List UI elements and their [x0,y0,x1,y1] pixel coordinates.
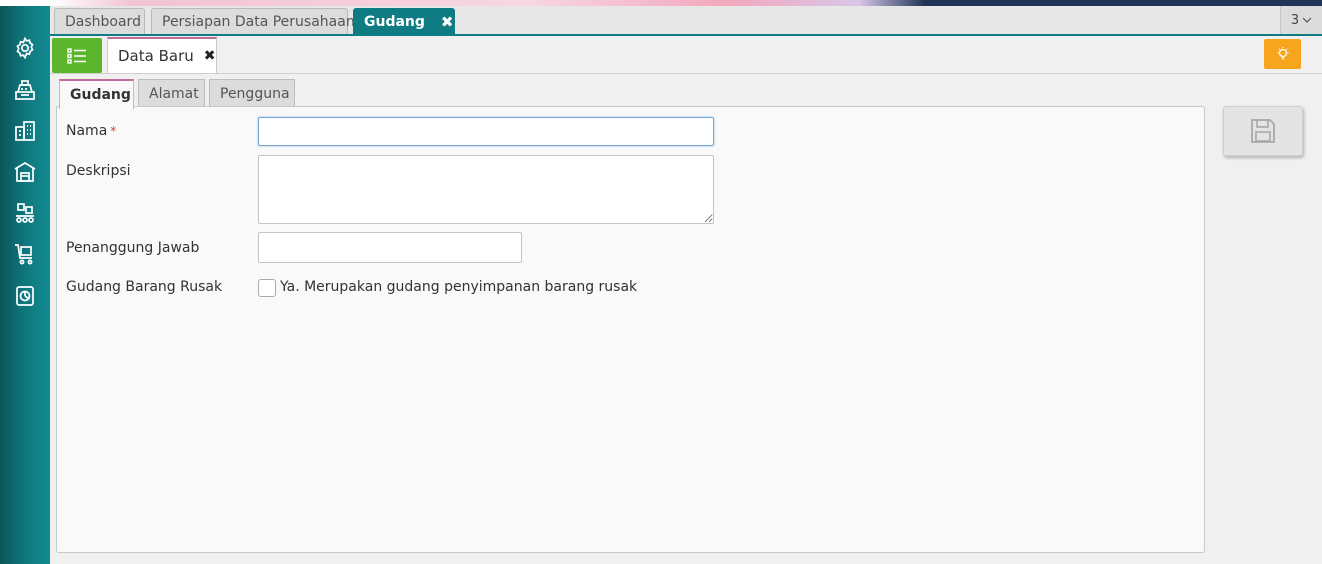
list-menu-button[interactable] [52,38,102,73]
divider [50,73,1322,74]
cash-register-icon[interactable] [11,76,39,104]
warehouse-icon[interactable] [11,158,39,186]
hint-button[interactable] [1264,39,1301,69]
tab-label: Gudang [364,13,425,30]
nama-label: Nama * [66,123,116,139]
top-tab-strip: Dashboard Persiapan Data Perusahaan Guda… [50,6,1322,36]
tab-pengguna[interactable]: Pengguna [209,79,295,107]
report-icon[interactable] [11,282,39,310]
tab-persiapan-data-perusahaan[interactable]: Persiapan Data Perusahaan [151,8,355,34]
gudang-barang-rusak-label: Gudang Barang Rusak [66,279,223,295]
conveyor-icon[interactable] [11,199,39,227]
form-container: Nama * Deskripsi Penanggung Jawab Gudang … [56,106,1205,553]
sidebar [0,6,50,564]
close-icon[interactable]: ✖ [441,13,454,31]
tab-dashboard[interactable]: Dashboard [54,8,145,34]
tab-label: Dashboard [65,13,141,30]
nama-label-text: Nama [66,123,108,139]
subtab-label: Data Baru [118,47,194,65]
penanggung-jawab-input[interactable] [258,232,522,263]
form-tab-label: Pengguna [220,85,290,102]
tab-label: Persiapan Data Perusahaan [162,13,355,30]
gear-icon[interactable] [11,34,39,62]
subtab-data-baru[interactable]: Data Baru ✖ [107,37,217,73]
nama-input[interactable] [258,117,714,146]
close-icon[interactable]: ✖ [204,48,216,64]
tab-gudang-form[interactable]: Gudang [59,79,134,109]
form-tab-label: Alamat [149,85,199,102]
main-panel: Data Baru ✖ Gudang Alamat Pengguna Nama *… [50,36,1322,564]
deskripsi-textarea[interactable] [258,155,714,224]
deskripsi-label: Deskripsi [66,163,131,179]
tab-alamat[interactable]: Alamat [138,79,205,107]
save-button[interactable] [1223,106,1303,156]
building-icon[interactable] [11,117,39,145]
tab-gudang[interactable]: Gudang ✖ [353,8,455,34]
cart-icon[interactable] [11,240,39,268]
lightbulb-icon [1277,47,1288,60]
barang-rusak-checkbox[interactable] [258,279,276,297]
tab-count-label: 3 [1290,12,1300,28]
penanggung-jawab-label: Penanggung Jawab [66,240,200,256]
chevron-down-icon [1302,17,1312,23]
barang-rusak-checkbox-label[interactable]: Ya. Merupakan gudang penyimpanan barang … [280,279,637,295]
save-icon [1251,119,1275,143]
form-tab-label: Gudang [70,87,131,103]
tab-overflow-dropdown[interactable]: 3 [1280,6,1322,34]
required-marker: * [110,124,117,138]
list-icon [67,47,86,64]
